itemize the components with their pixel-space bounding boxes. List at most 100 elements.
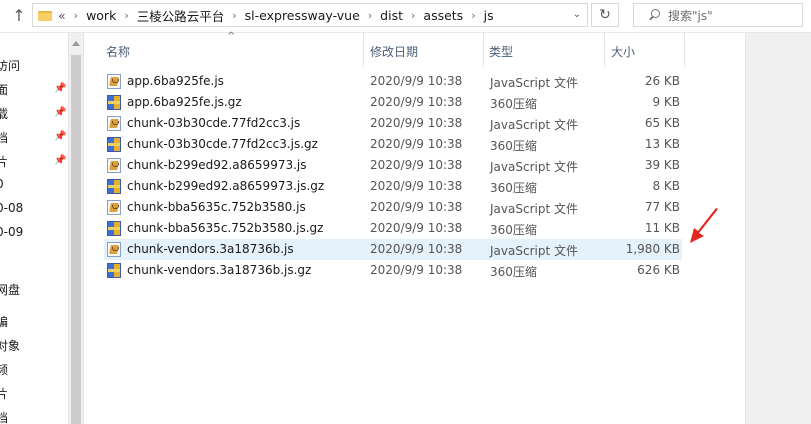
nav-item[interactable]: 访问 <box>0 57 20 74</box>
file-name: app.6ba925fe.js <box>127 74 224 88</box>
nav-item[interactable]: 0-08 <box>0 201 23 215</box>
file-name: chunk-vendors.3a18736b.js <box>127 242 294 256</box>
file-row[interactable]: app.6ba925fe.js.gz 2020/9/9 10:38 360压缩 9 K… <box>104 92 682 113</box>
sort-ascending-icon: ^ <box>227 31 236 42</box>
nav-item[interactable]: 0 <box>0 177 4 191</box>
column-date[interactable]: 修改日期 <box>370 43 418 60</box>
file-row[interactable]: chunk-bba5635c.752b3580.js.gz 2020/9/9 10… <box>104 218 682 239</box>
chevron-right-icon[interactable]: › <box>74 9 78 22</box>
scroll-up-icon[interactable] <box>72 41 80 46</box>
file-row[interactable]: chunk-03b30cde.77fd2cc3.js.gz 2020/9/9 10… <box>104 134 682 155</box>
nav-item[interactable]: 对象 <box>0 337 20 354</box>
nav-scrollbar[interactable] <box>68 33 84 424</box>
breadcrumb-work[interactable]: work <box>86 8 116 23</box>
search-icon <box>648 9 660 21</box>
pin-icon[interactable]: 📌 <box>54 83 66 94</box>
file-name: chunk-03b30cde.77fd2cc3.js <box>127 116 301 130</box>
chevron-right-icon[interactable]: › <box>368 9 372 22</box>
nav-item[interactable]: 档 <box>0 409 8 424</box>
breadcrumb-overflow[interactable]: « <box>58 8 66 23</box>
file-type: 360压缩 <box>490 181 537 195</box>
file-size: 77 KB <box>644 200 680 214</box>
file-size: 9 KB <box>652 95 680 109</box>
file-date: 2020/9/9 10:38 <box>370 95 463 109</box>
javascript-file-icon <box>107 242 121 257</box>
archive-file-icon <box>107 263 121 278</box>
address-bar[interactable]: « › work › 三棱公路云平台 › sl-expressway-vue ›… <box>32 3 588 27</box>
file-date: 2020/9/9 10:38 <box>370 74 463 88</box>
column-divider[interactable] <box>483 33 484 67</box>
file-row[interactable]: chunk-vendors.3a18736b.js.gz 2020/9/9 10:… <box>104 260 682 281</box>
column-type[interactable]: 类型 <box>489 43 513 60</box>
file-type: JavaScript 文件 <box>490 202 578 216</box>
file-type: 360压缩 <box>490 139 537 153</box>
file-row[interactable]: chunk-b299ed92.a8659973.js 2020/9/9 10:38… <box>104 155 682 176</box>
file-type: 360压缩 <box>490 97 537 111</box>
file-date: 2020/9/9 10:38 <box>370 158 463 172</box>
file-size: 26 KB <box>644 74 680 88</box>
chevron-right-icon[interactable]: › <box>471 9 475 22</box>
nav-item[interactable]: 编 <box>0 313 8 330</box>
pin-icon[interactable]: 📌 <box>54 131 66 142</box>
chevron-down-icon[interactable]: ⌄ <box>573 9 581 20</box>
search-placeholder[interactable]: 搜索"js" <box>668 7 713 24</box>
nav-item[interactable]: 面 <box>0 81 8 98</box>
window-edge <box>745 33 811 424</box>
pin-icon[interactable]: 📌 <box>54 155 66 166</box>
nav-item[interactable]: 载 <box>0 105 8 122</box>
pin-icon[interactable]: 📌 <box>54 107 66 118</box>
annotation-arrow-icon <box>690 208 718 243</box>
chevron-right-icon[interactable]: › <box>124 9 128 22</box>
nav-item[interactable]: 档 <box>0 129 8 146</box>
archive-file-icon <box>107 221 121 236</box>
file-type: JavaScript 文件 <box>490 76 578 90</box>
breadcrumb-assets[interactable]: assets <box>423 8 463 23</box>
nav-item[interactable]: 片 <box>0 153 8 170</box>
file-name: chunk-vendors.3a18736b.js.gz <box>127 263 312 277</box>
search-box[interactable]: 搜索"js" <box>633 3 803 27</box>
file-date: 2020/9/9 10:38 <box>370 221 463 235</box>
up-arrow-icon[interactable]: ↑ <box>10 6 28 26</box>
nav-item[interactable]: 网盘 <box>0 281 20 298</box>
chevron-right-icon[interactable]: › <box>411 9 415 22</box>
file-list: ^ 名称 修改日期 类型 大小 app.6ba925fe.js 2020/9/9 … <box>84 31 745 424</box>
breadcrumb-project[interactable]: sl-expressway-vue <box>245 8 360 23</box>
nav-item[interactable]: 0-09 <box>0 225 23 239</box>
file-row[interactable]: chunk-b299ed92.a8659973.js.gz 2020/9/9 10… <box>104 176 682 197</box>
file-row[interactable]: app.6ba925fe.js 2020/9/9 10:38 JavaScript … <box>104 71 682 92</box>
file-name: chunk-bba5635c.752b3580.js <box>127 200 306 214</box>
column-divider[interactable] <box>604 33 605 67</box>
nav-item[interactable]: 片 <box>0 385 8 402</box>
javascript-file-icon <box>107 158 121 173</box>
file-row[interactable]: chunk-bba5635c.752b3580.js 2020/9/9 10:38… <box>104 197 682 218</box>
breadcrumb-js[interactable]: js <box>484 8 494 23</box>
file-size: 626 KB <box>637 263 680 277</box>
archive-file-icon <box>107 137 121 152</box>
column-name[interactable]: 名称 <box>106 43 130 60</box>
file-name: chunk-bba5635c.752b3580.js.gz <box>127 221 324 235</box>
scrollbar-thumb[interactable] <box>71 55 81 424</box>
nav-item[interactable]: 频 <box>0 361 8 378</box>
file-name: app.6ba925fe.js.gz <box>127 95 242 109</box>
file-row[interactable]: chunk-vendors.3a18736b.js 2020/9/9 10:38 J… <box>104 239 682 260</box>
column-header: ^ 名称 修改日期 类型 大小 <box>84 31 685 67</box>
file-size: 13 KB <box>644 137 680 151</box>
file-date: 2020/9/9 10:38 <box>370 179 463 193</box>
javascript-file-icon <box>107 74 121 89</box>
file-date: 2020/9/9 10:38 <box>370 263 463 277</box>
column-size[interactable]: 大小 <box>611 43 635 60</box>
file-type: JavaScript 文件 <box>490 118 578 132</box>
address-toolbar: ↑ « › work › 三棱公路云平台 › sl-expressway-vue… <box>0 0 811 33</box>
breadcrumb-dist[interactable]: dist <box>380 8 403 23</box>
file-row[interactable]: chunk-03b30cde.77fd2cc3.js 2020/9/9 10:38… <box>104 113 682 134</box>
column-divider[interactable] <box>363 33 364 67</box>
file-type: 360压缩 <box>490 223 537 237</box>
column-divider[interactable] <box>684 33 685 67</box>
javascript-file-icon <box>107 116 121 131</box>
file-type: JavaScript 文件 <box>490 244 578 258</box>
file-date: 2020/9/9 10:38 <box>370 200 463 214</box>
chevron-right-icon[interactable]: › <box>232 9 236 22</box>
navigation-pane: 访问 面 📌 载 📌 档 📌 片 📌 0 0-08 0-09 网盘 编 对象 频… <box>0 33 68 424</box>
refresh-button[interactable]: ↻ <box>591 3 619 27</box>
breadcrumb-platform[interactable]: 三棱公路云平台 <box>137 6 225 25</box>
